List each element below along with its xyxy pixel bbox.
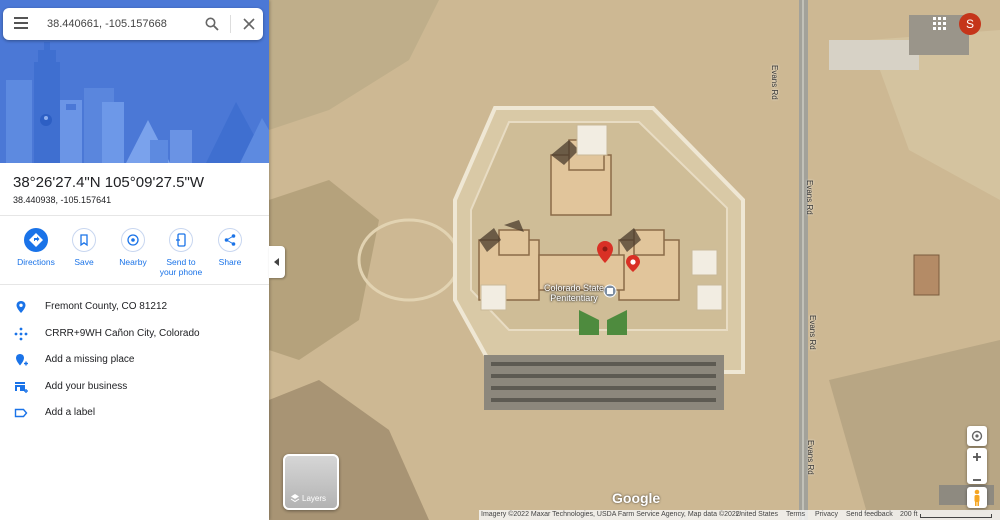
chevron-left-icon (274, 258, 279, 266)
add-label-text: Add a label (45, 407, 96, 418)
share-icon (218, 228, 242, 252)
location-pin-icon (16, 301, 26, 313)
save-label: Save (74, 257, 94, 267)
plus-code-text: CRRR+9WH Cañon City, Colorado (45, 328, 200, 339)
nearby-icon (121, 228, 145, 252)
search-box[interactable] (3, 8, 263, 40)
side-panel: 38°26'27.4"N 105°09'27.5"W 38.440938, -1… (0, 0, 269, 520)
privacy-link[interactable]: Privacy (815, 511, 838, 518)
zoom-in-icon[interactable] (967, 448, 987, 466)
add-business-row[interactable]: Add your business (0, 377, 269, 399)
close-icon[interactable] (243, 18, 255, 30)
my-location-button[interactable] (967, 426, 987, 446)
add-label-row[interactable]: Add a label (0, 403, 269, 425)
place-coordinates: 38.440938, -105.157641 (13, 195, 112, 205)
search-input[interactable] (47, 15, 187, 33)
satellite-imagery (269, 0, 1000, 520)
search-icon[interactable] (205, 17, 219, 31)
business-icon (15, 382, 28, 393)
divider (0, 284, 269, 285)
nearby-button[interactable]: Nearby (109, 228, 157, 267)
send-to-phone-button[interactable]: Send to your phone (157, 228, 205, 277)
google-logo: Google (612, 490, 661, 506)
account-avatar[interactable]: S (959, 13, 981, 35)
directions-label: Directions (17, 257, 55, 267)
label-icon (14, 408, 28, 418)
road-label: Evans Rd (805, 180, 814, 215)
nearby-label: Nearby (119, 257, 147, 267)
share-button[interactable]: Share (206, 228, 254, 267)
scale-label[interactable]: 200 ft (900, 511, 918, 518)
layers-icon (290, 494, 300, 503)
bookmark-icon (72, 228, 96, 252)
place-title: 38°26'27.4"N 105°09'27.5"W (13, 174, 205, 191)
map-footer: Imagery ©2022 Maxar Technologies, USDA F… (479, 510, 1000, 520)
address-text: Fremont County, CO 81212 (45, 301, 168, 312)
satellite-map[interactable]: Colorado State Penitentiary Evans Rd Eva… (269, 0, 1000, 520)
save-button[interactable]: Save (60, 228, 108, 267)
zoom-controls (967, 448, 987, 484)
send-to-phone-label: Send to your phone (159, 257, 203, 277)
layers-button[interactable]: Layers (283, 454, 339, 510)
poi-label[interactable]: Colorado State Penitentiary (534, 283, 614, 303)
directions-button[interactable]: Directions (12, 228, 60, 267)
layers-label: Layers (302, 494, 327, 503)
my-location-icon (971, 430, 983, 442)
add-missing-place-row[interactable]: Add a missing place (0, 350, 269, 372)
road-label: Evans Rd (806, 440, 815, 475)
country-label: United States (736, 511, 779, 518)
add-place-icon (16, 354, 28, 366)
search-divider (230, 15, 231, 33)
directions-icon (24, 228, 48, 252)
menu-icon[interactable] (14, 17, 28, 32)
add-business-text: Add your business (45, 381, 128, 392)
plus-code-row[interactable]: CRRR+9WH Cañon City, Colorado (0, 324, 269, 346)
road-label: Evans Rd (808, 315, 817, 350)
divider (0, 215, 269, 216)
apps-grid-icon[interactable] (933, 17, 946, 30)
road-label: Evans Rd (770, 65, 779, 100)
scale-bar (920, 514, 992, 518)
share-label: Share (218, 257, 242, 267)
pegman-icon (974, 489, 980, 506)
address-row[interactable]: Fremont County, CO 81212 (0, 297, 269, 319)
plus-code-icon (14, 327, 28, 341)
collapse-panel-button[interactable] (269, 246, 285, 278)
street-view-button[interactable] (967, 487, 987, 508)
imagery-attribution: Imagery ©2022 Maxar Technologies, USDA F… (481, 511, 740, 518)
phone-icon (169, 228, 193, 252)
add-missing-place-text: Add a missing place (45, 354, 135, 365)
send-feedback-link[interactable]: Send feedback (846, 511, 893, 518)
terms-link[interactable]: Terms (786, 511, 805, 518)
